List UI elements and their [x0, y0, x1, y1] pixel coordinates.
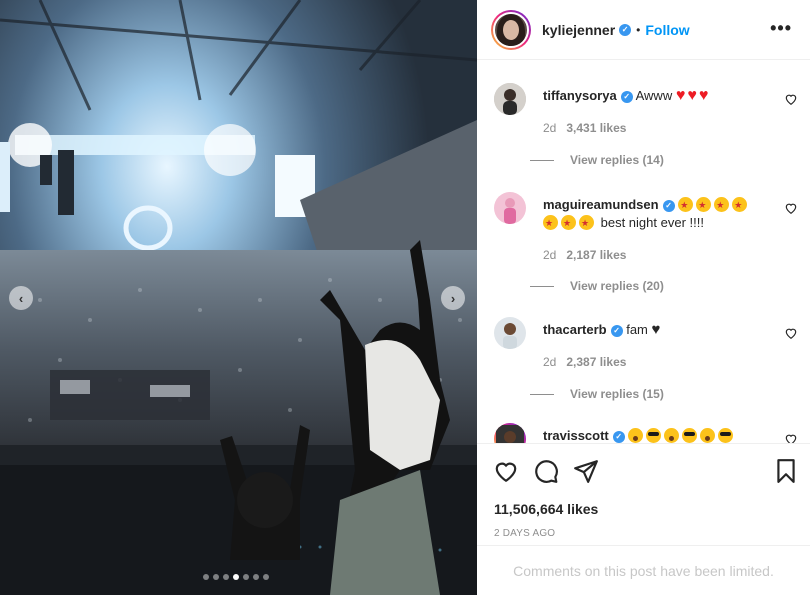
follow-button[interactable]: Follow [645, 22, 689, 38]
comment-meta: 2d 2,387 likes [543, 353, 763, 371]
comment-age: 2d [543, 121, 557, 135]
like-comment-icon[interactable] [784, 201, 798, 215]
astonished-face-emoji [700, 428, 716, 443]
star-struck-emoji [714, 196, 730, 214]
verified-badge-icon: ✓ [662, 199, 675, 212]
next-slide-button[interactable]: › [441, 286, 465, 310]
comments-limited-notice: Comments on this post have been limited. [477, 545, 810, 595]
commenter-username[interactable]: maguireamundsen [543, 197, 659, 212]
separator: • [636, 22, 641, 37]
star-struck-emoji [561, 214, 576, 232]
previous-slide-button[interactable]: ‹ [9, 286, 33, 310]
astonished-face-emoji [664, 428, 680, 443]
post-actions: 11,506,664 likes 2 DAYS AGO [477, 443, 810, 545]
comments-list[interactable]: tiffanysorya ✓ Awww ♥ ♥ ♥ 2d 3,431 likes Vie… [477, 61, 810, 443]
verified-badge-icon: ✓ [612, 430, 625, 443]
comment-likes[interactable]: 2,187 likes [566, 248, 626, 262]
carousel-dot [263, 574, 269, 580]
red-heart-emoji: ♥ [687, 87, 697, 104]
more-options-icon[interactable]: ••• [770, 18, 792, 39]
view-replies-button[interactable]: View replies (20) [530, 279, 664, 293]
comment-likes[interactable]: 3,431 likes [566, 121, 626, 135]
cool-face-emoji [682, 428, 698, 443]
comment-text: fam [626, 322, 648, 337]
post-image[interactable]: ‹ › [0, 0, 477, 595]
star-struck-emoji [696, 196, 712, 214]
carousel-dot [253, 574, 259, 580]
black-heart-emoji: ♥ [651, 321, 661, 338]
star-struck-emoji [543, 214, 558, 232]
cool-face-emoji [718, 428, 734, 443]
view-replies-button[interactable]: View replies (14) [530, 153, 664, 167]
red-heart-emoji: ♥ [698, 87, 709, 104]
post-side-panel: kyliejenner ✓ • Follow ••• tiffanysorya ✓… [477, 0, 810, 595]
commenter-avatar[interactable] [494, 83, 526, 115]
verified-badge-icon: ✓ [619, 23, 632, 36]
commenter-avatar[interactable] [494, 423, 526, 443]
commenter-avatar[interactable] [494, 317, 526, 349]
like-comment-icon[interactable] [784, 92, 798, 106]
comment-age: 2d [543, 355, 557, 369]
concert-photo [0, 0, 477, 595]
red-heart-emoji: ♥ [675, 87, 686, 104]
astonished-face-emoji [628, 428, 644, 443]
like-comment-icon[interactable] [784, 326, 798, 340]
comment-likes[interactable]: 2,387 likes [566, 355, 626, 369]
paper-plane-icon[interactable] [573, 458, 599, 484]
carousel-dot [213, 574, 219, 580]
verified-badge-icon: ✓ [610, 324, 623, 337]
comment-meta: 2d 3,431 likes [543, 119, 763, 137]
carousel-indicator [203, 574, 269, 580]
post-header: kyliejenner ✓ • Follow ••• [477, 0, 810, 60]
commenter-username[interactable]: thacarterb [543, 322, 607, 337]
likes-count[interactable]: 11,506,664 likes [494, 501, 598, 517]
star-struck-emoji [732, 196, 748, 214]
comment-age: 2d [543, 248, 557, 262]
verified-badge-icon: ✓ [620, 90, 633, 103]
comment-text: Awww [635, 88, 673, 103]
post-timestamp[interactable]: 2 DAYS AGO [494, 528, 555, 539]
view-replies-button[interactable]: View replies (15) [530, 387, 664, 401]
carousel-dot [223, 574, 229, 580]
comment-text: best night ever !!!! [600, 215, 704, 230]
heart-outline-icon[interactable] [493, 458, 519, 484]
author-username[interactable]: kyliejenner [542, 22, 615, 38]
star-struck-emoji [678, 196, 694, 214]
cool-face-emoji [646, 428, 662, 443]
bookmark-icon[interactable] [773, 458, 799, 484]
like-comment-icon[interactable] [784, 432, 798, 443]
carousel-dot [203, 574, 209, 580]
commenter-username[interactable]: travisscott [543, 428, 609, 443]
commenter-avatar[interactable] [494, 192, 526, 224]
speech-bubble-icon[interactable] [533, 458, 559, 484]
commenter-username[interactable]: tiffanysorya [543, 88, 617, 103]
carousel-dot [243, 574, 249, 580]
carousel-dot [233, 574, 239, 580]
comment-meta: 2d 2,187 likes [543, 246, 763, 264]
star-struck-emoji [579, 214, 594, 232]
author-avatar[interactable] [491, 9, 531, 50]
